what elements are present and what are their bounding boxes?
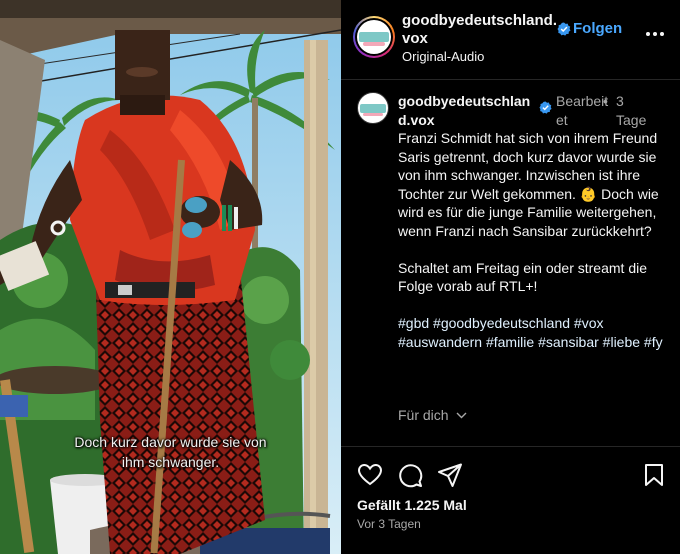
verified-badge-icon — [557, 22, 571, 36]
edited-label-line-2: et — [556, 112, 568, 128]
caption-hashtags[interactable]: #gbd #goodbyedeutschland #vox #auswander… — [398, 314, 670, 351]
caption-username[interactable]: goodbyedeutschlan d.vox — [398, 92, 538, 130]
heart-icon[interactable] — [357, 462, 383, 488]
caption-username-line-2[interactable]: d.vox — [398, 111, 538, 130]
bookmark-icon[interactable] — [641, 462, 667, 488]
video-subtitle-line-2: ihm schwanger. — [121, 454, 220, 470]
caption-text: Franzi Schmidt hat sich von ihrem Freund… — [398, 129, 670, 351]
post-header: goodbyedeutschland. vox Folgen Original-… — [341, 0, 680, 80]
post-sidebar: goodbyedeutschland. vox Folgen Original-… — [341, 0, 680, 554]
for-you-dropdown[interactable]: Für dich — [398, 407, 467, 423]
edited-label-line-1: Bearbeit — [556, 93, 609, 109]
send-icon[interactable] — [437, 462, 463, 488]
caption-paragraph-2: Schaltet am Freitag ein oder streamt die… — [398, 259, 648, 295]
caption-avatar[interactable] — [357, 92, 389, 124]
for-you-label[interactable]: Für dich — [398, 407, 449, 423]
follow-button[interactable]: Folgen — [573, 20, 622, 37]
divider — [341, 446, 680, 447]
reel-video[interactable]: Doch kurz davor wurde sie von ihm schwan… — [0, 0, 341, 554]
likes-count[interactable]: Gefällt 1.225 Mal — [357, 497, 467, 513]
caption-username-line-1[interactable]: goodbyedeutschlan — [398, 92, 538, 111]
header-username[interactable]: goodbyedeutschland. vox — [402, 12, 572, 48]
post-age-line-1: 3 — [616, 93, 624, 109]
more-options-icon[interactable] — [645, 24, 665, 44]
meta-separator: • — [603, 93, 608, 109]
caption-paragraph-1: Franzi Schmidt hat sich von ihrem Freund… — [398, 130, 659, 239]
comment-icon[interactable] — [397, 462, 423, 488]
profile-avatar[interactable] — [353, 16, 395, 58]
header-username-line-2[interactable]: vox — [402, 30, 572, 48]
profile-avatar-image — [357, 20, 391, 54]
video-subtitle-line-1: Doch kurz davor wurde sie von — [74, 434, 267, 450]
header-username-line-1[interactable]: goodbyedeutschland. — [402, 12, 572, 30]
original-audio-link[interactable]: Original-Audio — [402, 49, 484, 64]
chevron-down-icon — [456, 412, 467, 419]
video-subtitle: Doch kurz davor wurde sie von ihm schwan… — [0, 432, 341, 472]
post-timestamp: Vor 3 Tagen — [357, 517, 421, 531]
post-caption: goodbyedeutschlan d.vox Bearbeit et • 3 … — [341, 82, 680, 446]
post-age-line-2: Tage — [616, 112, 647, 128]
verified-badge-icon — [539, 101, 552, 114]
